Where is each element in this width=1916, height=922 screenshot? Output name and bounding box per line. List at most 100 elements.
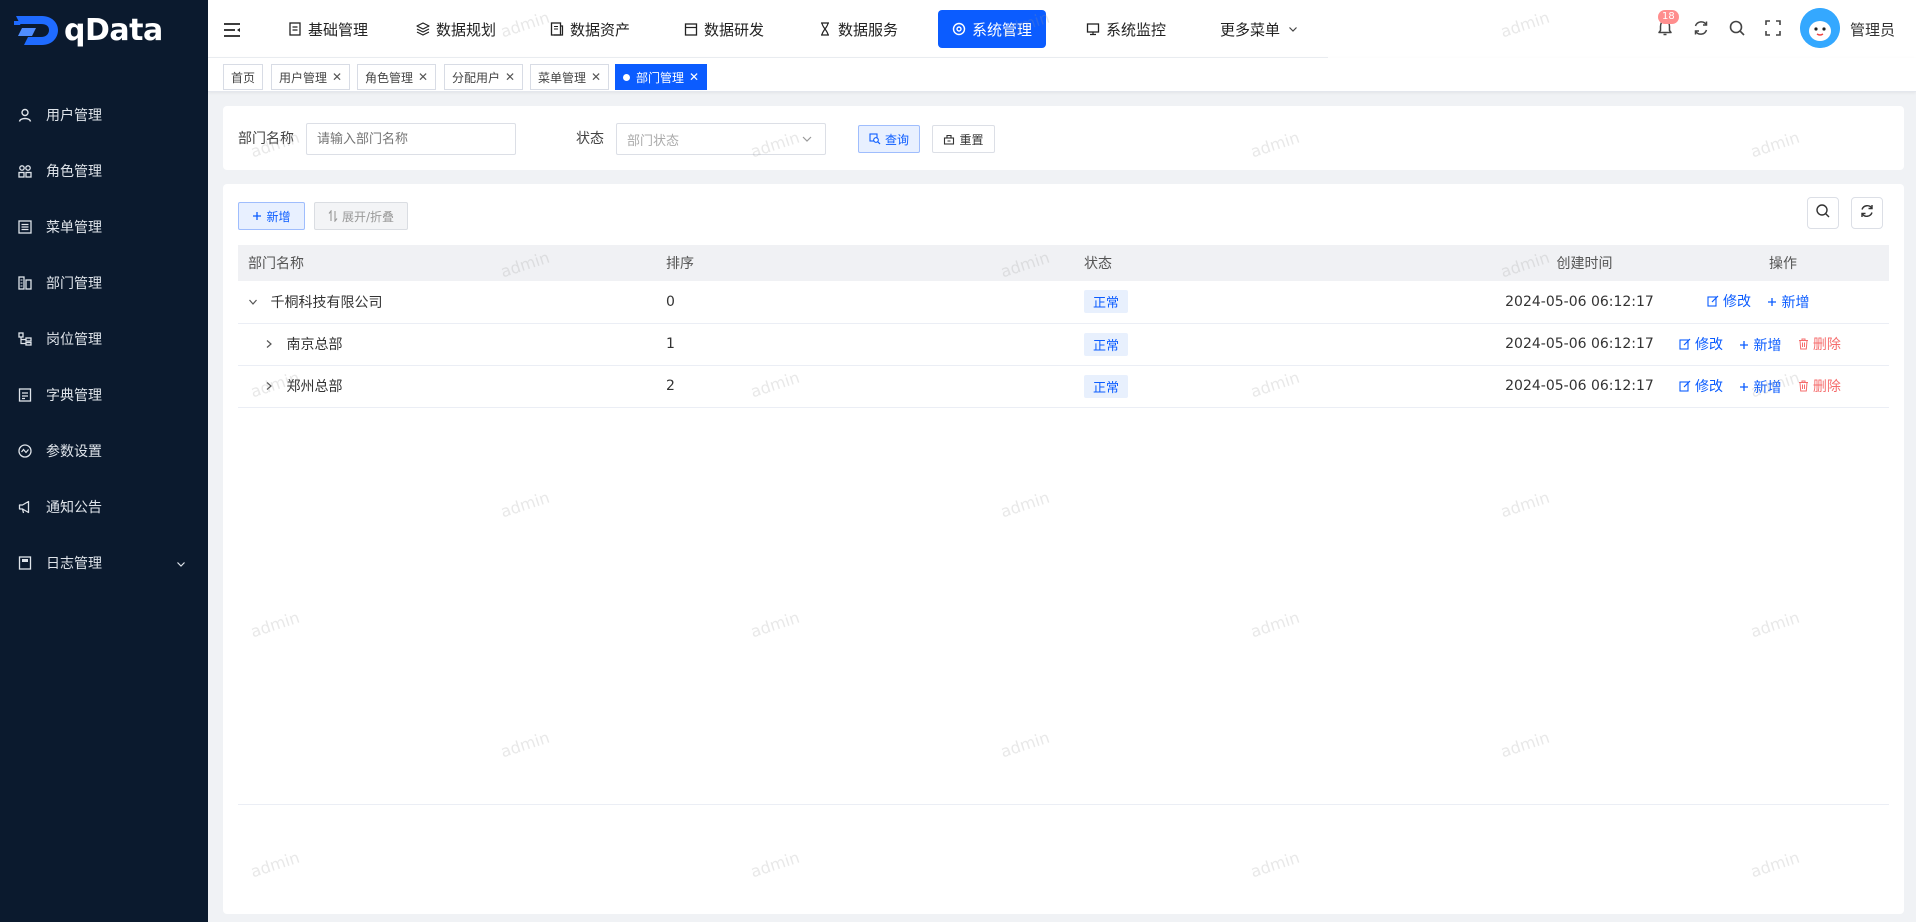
search-icon[interactable] [1726,17,1748,39]
tab-user-management[interactable]: 用户管理 ✕ [271,64,351,90]
settings-icon [18,444,32,458]
dept-name-input[interactable] [306,123,516,155]
add-child-button[interactable]: 新增 [1739,335,1781,355]
query-button[interactable]: 查询 [858,125,920,153]
nav-data-assets[interactable]: 数据资产 [536,10,644,48]
sidebar-item-users[interactable]: 用户管理 [0,87,208,143]
chevron-down-icon[interactable] [248,297,262,310]
sidebar-item-roles[interactable]: 角色管理 [0,143,208,199]
sidebar-item-parameters[interactable]: 参数设置 [0,423,208,479]
status-cell: 正常 [1074,281,1492,324]
nav-data-planning[interactable]: 数据规划 [402,10,510,48]
avatar[interactable] [1800,8,1840,48]
trash-icon [1798,380,1809,392]
status-cell: 正常 [1074,323,1492,366]
edit-button[interactable]: 修改 [1679,334,1723,354]
reset-label: 重置 [959,132,984,147]
close-icon[interactable]: ✕ [332,70,342,84]
edit-icon [1679,338,1691,350]
nav-basic-management[interactable]: 基础管理 [274,10,382,48]
plus-icon [1739,382,1749,392]
plus-icon [1739,340,1749,350]
refresh-table-button[interactable] [1851,197,1883,229]
tab-role-management[interactable]: 角色管理 ✕ [357,64,437,90]
close-icon[interactable]: ✕ [591,70,601,84]
nav-more-menu[interactable]: 更多菜单 [1206,10,1312,48]
status-badge: 正常 [1084,332,1129,356]
op-label: 修改 [1695,378,1723,395]
column-header: 状态 [1074,245,1492,281]
add-child-button[interactable]: 新增 [1739,377,1781,397]
reset-button[interactable]: 重置 [932,125,995,153]
delete-button[interactable]: 删除 [1798,334,1841,354]
nav-system-monitor[interactable]: 系统监控 [1072,10,1180,48]
actions-cell: 修改 新增 删除 [1667,323,1889,366]
order-cell: 1 [656,323,1074,366]
nav-data-service[interactable]: 数据服务 [804,10,912,48]
user-icon [18,108,32,122]
logo[interactable]: qData [0,0,208,60]
department-icon [18,276,32,290]
op-label: 删除 [1812,336,1841,353]
tab-home[interactable]: 首页 [223,64,264,90]
status-label: 状态 [576,131,604,147]
close-icon[interactable]: ✕ [689,70,699,84]
table-row: 南京总部 1 正常 2024-05-06 06:12:17 修改 新增 删除 [238,323,1889,366]
dept-name-cell: 南京总部 [238,323,656,366]
status-badge: 正常 [1084,374,1129,398]
add-label: 新增 [266,209,291,224]
notification-badge: 18 [1658,10,1679,24]
fullscreen-icon[interactable] [1762,17,1784,39]
top-header: 基础管理 数据规划 数据资产 数据研发 数据服务 系统管理 系统监控 更多菜单 … [208,0,1916,58]
toggle-search-button[interactable] [1807,197,1839,229]
sidebar-item-departments[interactable]: 部门管理 [0,255,208,311]
nav-label: 系统监控 [1106,20,1167,39]
sidebar-item-logs[interactable]: 日志管理 [0,535,208,591]
nav-system-management[interactable]: 系统管理 [938,10,1047,48]
chevron-right-icon[interactable] [264,339,278,352]
main-panel: 新增 展开/折叠 部门名称 排序 状态 创建时间 操作 千桐科技有限公司 0 正… [223,184,1904,914]
hamburger-icon[interactable] [222,20,242,40]
tab-menu-management[interactable]: 菜单管理 ✕ [530,64,610,90]
sidebar-item-label: 角色管理 [46,164,102,180]
tab-label: 用户管理 [279,70,328,85]
edit-button[interactable]: 修改 [1707,291,1751,311]
dept-name-cell: 郑州总部 [238,365,656,408]
edit-button[interactable]: 修改 [1679,376,1723,396]
sidebar-item-label: 菜单管理 [46,220,102,236]
search-panel: 部门名称 状态 部门状态 查询 重置 [223,106,1904,170]
tab-assign-users[interactable]: 分配用户 ✕ [444,64,524,90]
calendar-icon [684,22,698,36]
sidebar-item-dictionary[interactable]: 字典管理 [0,367,208,423]
edit-icon [1679,380,1691,392]
sidebar-item-label: 岗位管理 [46,332,102,348]
dept-name: 南京总部 [286,337,343,353]
add-child-button[interactable]: 新增 [1767,292,1809,312]
sidebar-item-notices[interactable]: 通知公告 [0,479,208,535]
chevron-right-icon[interactable] [264,381,278,394]
tab-department-management[interactable]: 部门管理 ✕ [615,64,708,90]
search-icon [1815,203,1831,223]
created-cell: 2024-05-06 06:12:17 [1492,281,1667,324]
sidebar-item-menus[interactable]: 菜单管理 [0,199,208,255]
refresh-icon [1859,203,1875,223]
asset-icon [550,22,564,36]
delete-button[interactable]: 删除 [1798,376,1841,396]
sidebar-item-label: 日志管理 [46,556,102,572]
close-icon[interactable]: ✕ [505,70,515,84]
op-label: 新增 [1753,379,1782,396]
nav-label: 系统管理 [972,20,1033,39]
expand-collapse-button[interactable]: 展开/折叠 [314,202,408,230]
status-select[interactable]: 部门状态 [616,123,826,155]
nav-label: 基础管理 [308,20,369,39]
nav-data-development[interactable]: 数据研发 [670,10,778,48]
op-label: 新增 [1753,337,1782,354]
add-button[interactable]: 新增 [238,202,305,230]
close-icon[interactable]: ✕ [418,70,428,84]
table-row: 郑州总部 2 正常 2024-05-06 06:12:17 修改 新增 删除 [238,365,1889,408]
refresh-icon[interactable] [1690,17,1712,39]
nav-label: 数据规划 [436,20,497,39]
user-name[interactable]: 管理员 [1850,19,1895,40]
status-cell: 正常 [1074,365,1492,408]
sidebar-item-posts[interactable]: 岗位管理 [0,311,208,367]
